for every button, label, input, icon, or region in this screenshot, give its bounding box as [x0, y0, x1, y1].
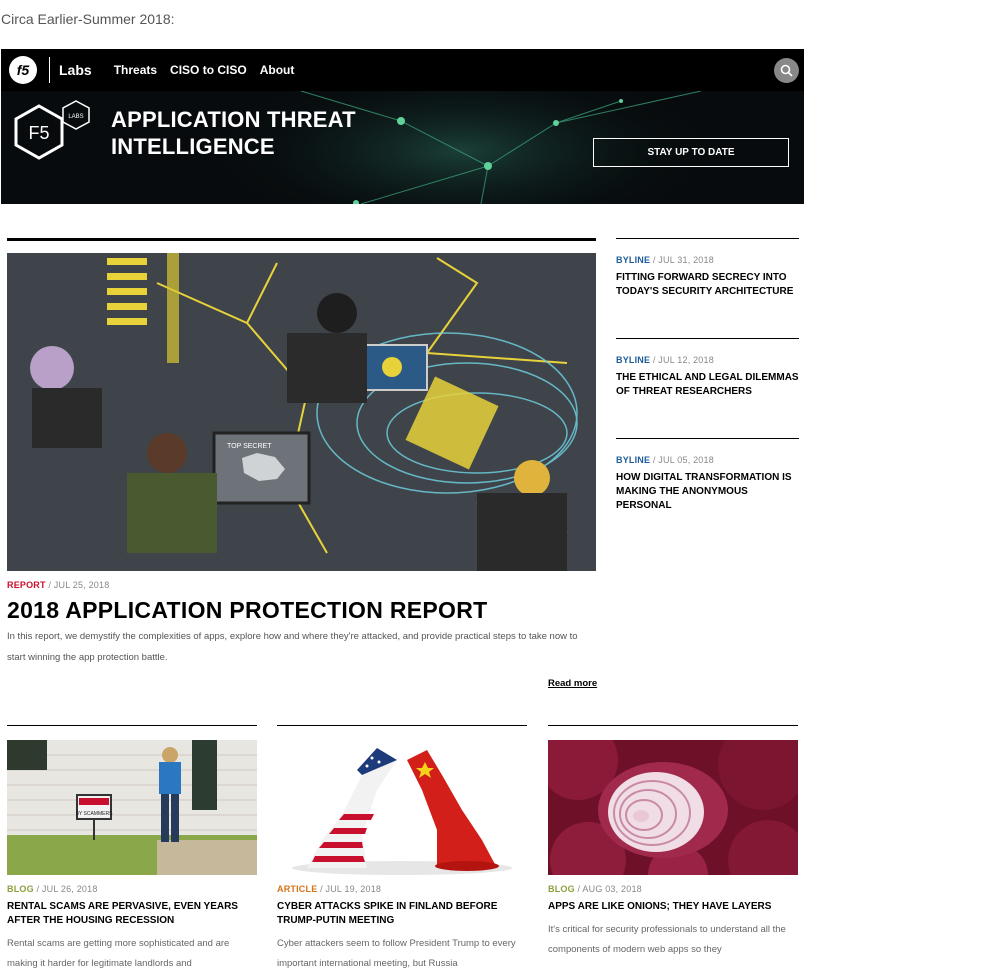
chess-flag-illustration — [277, 740, 527, 875]
top-secret-label: TOP SECRET — [227, 443, 272, 450]
feature-divider — [7, 238, 596, 241]
card-divider — [7, 725, 257, 726]
card-description: Rental scams are getting more sophistica… — [7, 938, 230, 969]
read-more-link[interactable]: Read more — [548, 678, 597, 689]
nav-divider — [49, 57, 50, 83]
card-divider — [277, 725, 527, 726]
card-date: / AUG 03, 2018 — [577, 884, 642, 894]
search-button[interactable] — [774, 58, 799, 83]
card-image-onion[interactable] — [548, 740, 798, 875]
card-date: / JUL 26, 2018 — [36, 884, 98, 894]
nav-link-ciso-to-ciso[interactable]: CISO to CISO — [170, 63, 247, 77]
nav-link-about[interactable]: About — [260, 63, 295, 77]
article-card: BY SCAMMERS BLOG / JUL 26, 2018 RENTAL S… — [7, 725, 257, 974]
side-item-title[interactable]: THE ETHICAL AND LEGAL DILEMMAS OF THREAT… — [616, 371, 799, 399]
search-icon — [780, 64, 793, 77]
side-item-tag[interactable]: BYLINE — [616, 255, 650, 265]
card-tag[interactable]: BLOG — [7, 884, 34, 894]
card-description: Cyber attackers seem to follow President… — [277, 938, 516, 969]
side-item-title[interactable]: HOW DIGITAL TRANSFORMATION IS MAKING THE… — [616, 471, 799, 513]
card-tag[interactable]: ARTICLE — [277, 884, 317, 894]
f5-labs-hex-logo: F5 LABS — [14, 100, 90, 160]
rental-illustration: BY SCAMMERS — [7, 740, 257, 875]
card-image-rental[interactable]: BY SCAMMERS — [7, 740, 257, 875]
card-title[interactable]: CYBER ATTACKS SPIKE IN FINLAND BEFORE TR… — [277, 900, 527, 928]
card-title[interactable]: APPS ARE LIKE ONIONS; THEY HAVE LAYERS — [548, 900, 798, 914]
svg-text:F5: F5 — [28, 123, 49, 143]
side-item-tag[interactable]: BYLINE — [616, 355, 650, 365]
feature-title[interactable]: 2018 APPLICATION PROTECTION REPORT — [7, 597, 488, 624]
stay-up-to-date-button[interactable]: STAY UP TO DATE — [593, 138, 789, 167]
svg-text:LABS: LABS — [68, 114, 83, 120]
side-divider — [616, 238, 799, 239]
side-item: BYLINE / JUL 31, 2018 FITTING FORWARD SE… — [616, 238, 799, 299]
card-tag[interactable]: BLOG — [548, 884, 575, 894]
card-description: It's critical for security professionals… — [548, 924, 786, 955]
side-item-tag[interactable]: BYLINE — [616, 455, 650, 465]
card-image-chess[interactable] — [277, 740, 527, 875]
feature-image[interactable]: TOP SECRET — [7, 253, 596, 571]
page-caption: Circa Earlier-Summer 2018: — [1, 11, 175, 27]
f5-logo[interactable]: f5 — [9, 56, 37, 84]
feature-meta: REPORT / JUL 25, 2018 — [7, 580, 109, 590]
card-date: / JUL 19, 2018 — [320, 884, 382, 894]
top-nav: f5 Labs Threats CISO to CISO About — [1, 49, 804, 91]
side-item-date: / JUL 12, 2018 — [652, 355, 714, 365]
hero-title: APPLICATION THREAT INTELLIGENCE — [111, 107, 356, 159]
side-item: BYLINE / JUL 12, 2018 THE ETHICAL AND LE… — [616, 338, 799, 399]
side-item-title[interactable]: FITTING FORWARD SECRECY INTO TODAY'S SEC… — [616, 271, 799, 299]
feature-tag[interactable]: REPORT — [7, 580, 46, 590]
feature-description: In this report, we demystify the complex… — [7, 631, 578, 663]
feature-illustration: TOP SECRET — [7, 253, 596, 571]
side-divider — [616, 338, 799, 339]
onion-illustration — [548, 740, 798, 875]
article-card: ARTICLE / JUL 19, 2018 CYBER ATTACKS SPI… — [277, 725, 527, 974]
f5-labs-site: f5 Labs Threats CISO to CISO About F5 LA… — [1, 49, 804, 204]
side-item-date: / JUL 05, 2018 — [652, 455, 714, 465]
feature-date: / JUL 25, 2018 — [48, 580, 110, 590]
side-item: BYLINE / JUL 05, 2018 HOW DIGITAL TRANSF… — [616, 438, 799, 513]
sign-text: BY SCAMMERS — [76, 811, 114, 817]
side-item-date: / JUL 31, 2018 — [652, 255, 714, 265]
article-card: BLOG / AUG 03, 2018 APPS ARE LIKE ONIONS… — [548, 725, 798, 960]
card-divider — [548, 725, 798, 726]
side-divider — [616, 438, 799, 439]
nav-labs-link[interactable]: Labs — [59, 62, 92, 78]
card-title[interactable]: RENTAL SCAMS ARE PERVASIVE, EVEN YEARS A… — [7, 900, 257, 928]
nav-link-threats[interactable]: Threats — [114, 63, 157, 77]
hero-banner: F5 LABS APPLICATION THREAT INTELLIGENCE … — [1, 91, 804, 204]
